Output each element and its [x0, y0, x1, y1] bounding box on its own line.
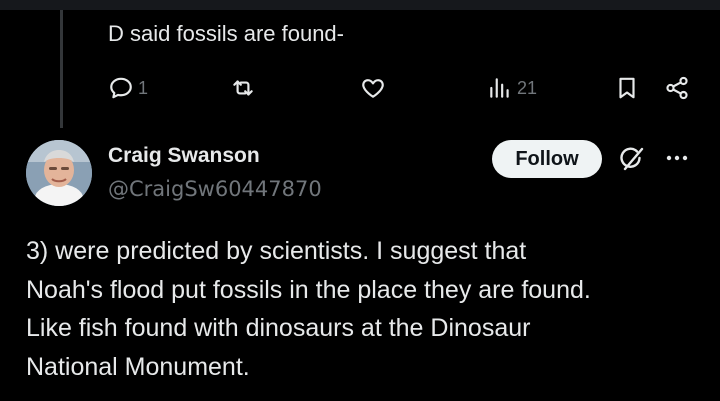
tweet-body-line: 3) were predicted by scientists. I sugge… — [26, 237, 527, 265]
grok-icon[interactable] — [618, 145, 646, 173]
follow-button[interactable]: Follow — [492, 140, 602, 178]
reply-icon — [108, 75, 134, 101]
tweet-body-line: Like fish found with dinosaurs at the Di… — [26, 314, 531, 342]
bookmark-button[interactable] — [614, 70, 640, 106]
retweet-icon — [230, 75, 256, 101]
views-button[interactable]: 21 — [487, 70, 537, 106]
avatar-photo — [26, 140, 92, 206]
previous-tweet-actions: 1 21 — [0, 70, 720, 106]
previous-tweet-text: D said fossils are found- — [108, 21, 344, 46]
retweet-button[interactable] — [230, 70, 256, 106]
like-icon — [360, 75, 386, 101]
author-name[interactable]: Craig Swanson — [108, 144, 260, 168]
tweet-body: 3) were predicted by scientists. I sugge… — [26, 232, 716, 386]
top-edge-bar — [0, 0, 720, 10]
author-handle[interactable]: @CraigSw60447870 — [108, 177, 322, 201]
avatar[interactable] — [26, 140, 92, 206]
bookmark-icon — [614, 75, 640, 101]
share-button[interactable] — [664, 70, 690, 106]
reply-button[interactable]: 1 — [108, 70, 148, 106]
tweet-body-line: National Monument. — [26, 352, 250, 381]
like-button[interactable] — [360, 70, 386, 106]
views-count: 21 — [517, 77, 538, 98]
more-icon[interactable] — [664, 148, 690, 168]
tweet-body-line: Noah's flood put fossils in the place th… — [26, 275, 591, 304]
reply-count: 1 — [138, 77, 149, 98]
share-icon — [664, 75, 690, 101]
thread-connector-line — [60, 10, 63, 128]
views-icon — [487, 75, 513, 101]
